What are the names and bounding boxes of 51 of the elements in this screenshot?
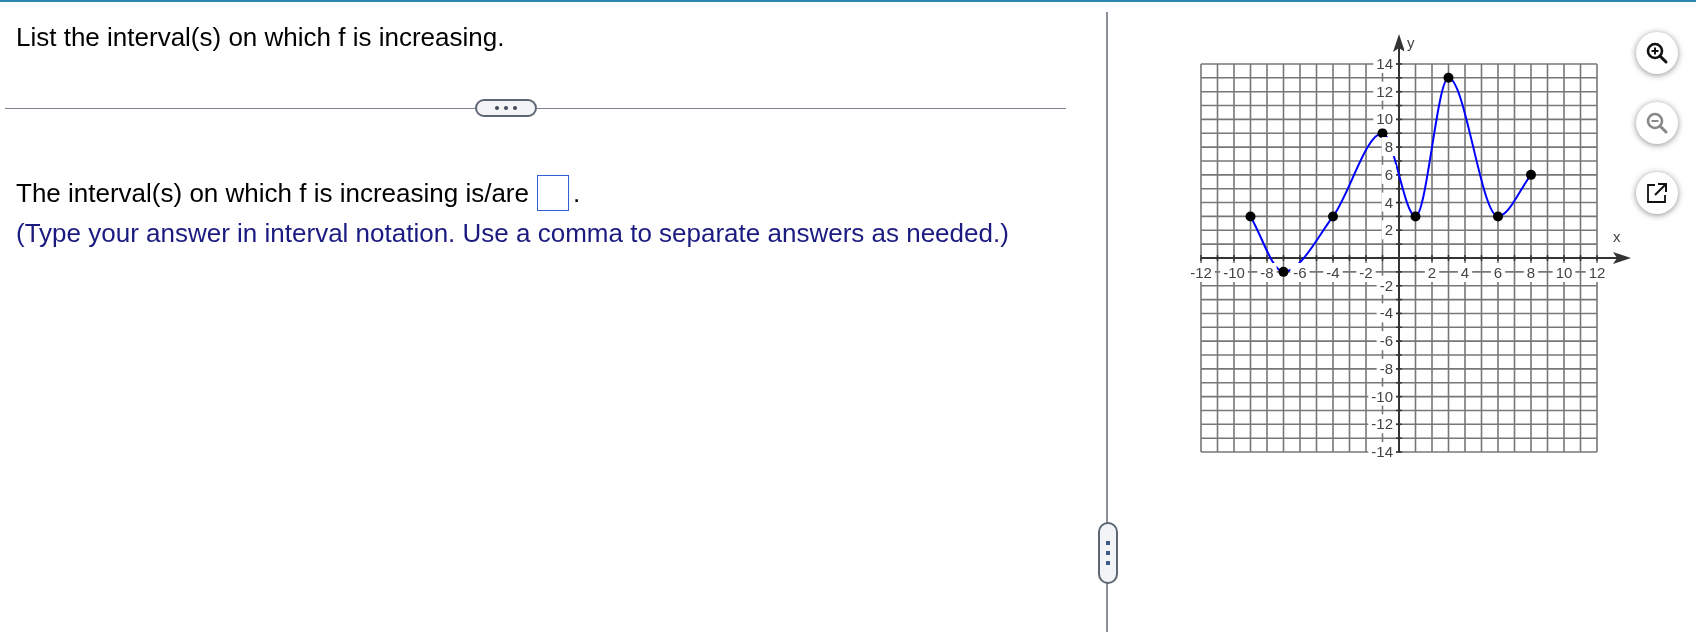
- tick-label: -2: [1359, 264, 1373, 281]
- tick-label: -14: [1371, 443, 1393, 460]
- tick-label: 14: [1376, 54, 1393, 72]
- tick-label: 10: [1555, 264, 1573, 281]
- tick-label: 12: [1588, 264, 1606, 281]
- zoom-in-icon: [1645, 41, 1669, 65]
- data-point: [1328, 211, 1338, 222]
- data-point: [1443, 72, 1454, 83]
- tick-label: -10: [1223, 264, 1245, 281]
- more-button[interactable]: [475, 99, 537, 118]
- zoom-out-button[interactable]: [1636, 102, 1678, 144]
- tick-label: 8: [1384, 138, 1393, 156]
- tick-label: -4: [1379, 304, 1393, 322]
- tick-label: -2: [1379, 276, 1393, 294]
- dots-icon: [495, 106, 517, 111]
- data-point: [1278, 266, 1289, 277]
- tick-label: 8: [1526, 264, 1536, 281]
- data-point: [1410, 211, 1421, 222]
- tick-label: 4: [1460, 264, 1470, 281]
- answer-prompt: The interval(s) on which f is increasing is/are: [16, 177, 529, 209]
- tick-label: 10: [1376, 110, 1393, 128]
- external-link-icon: [1645, 181, 1669, 205]
- data-point: [1493, 211, 1503, 222]
- tick-label: 2: [1384, 221, 1393, 239]
- tick-label: 6: [1384, 165, 1393, 183]
- tick-label: -10: [1371, 387, 1393, 405]
- zoom-out-icon: [1645, 111, 1669, 135]
- drag-handle[interactable]: [1098, 522, 1118, 584]
- tick-label: -6: [1379, 332, 1393, 350]
- data-point: [1245, 211, 1256, 222]
- zoom-in-button[interactable]: [1636, 32, 1678, 74]
- tick-label: -6: [1293, 264, 1307, 281]
- instruction-text: (Type your answer in interval notation. Use a comma to separate answers as needed.): [16, 218, 1010, 250]
- tick-label: -8: [1260, 264, 1274, 281]
- tick-label: -12: [1371, 415, 1393, 433]
- tick-label: 6: [1493, 264, 1503, 281]
- tick-label: 2: [1427, 264, 1437, 281]
- data-point: [1377, 128, 1388, 139]
- tick-label: 4: [1384, 193, 1393, 211]
- tick-label: -12: [1190, 264, 1212, 281]
- tick-label: -8: [1379, 359, 1393, 377]
- data-point: [1526, 169, 1536, 180]
- axis-label: x: [1613, 228, 1621, 245]
- tick-label: -4: [1326, 264, 1340, 281]
- popout-button[interactable]: [1636, 172, 1678, 214]
- dots-icon: [1106, 541, 1110, 565]
- tick-label: 12: [1376, 82, 1393, 100]
- answer-box[interactable]: [537, 175, 569, 212]
- question-text: List the interval(s) on which f is increasing.: [16, 22, 506, 54]
- answer-period: .: [573, 177, 581, 209]
- axis-label: y: [1407, 33, 1415, 51]
